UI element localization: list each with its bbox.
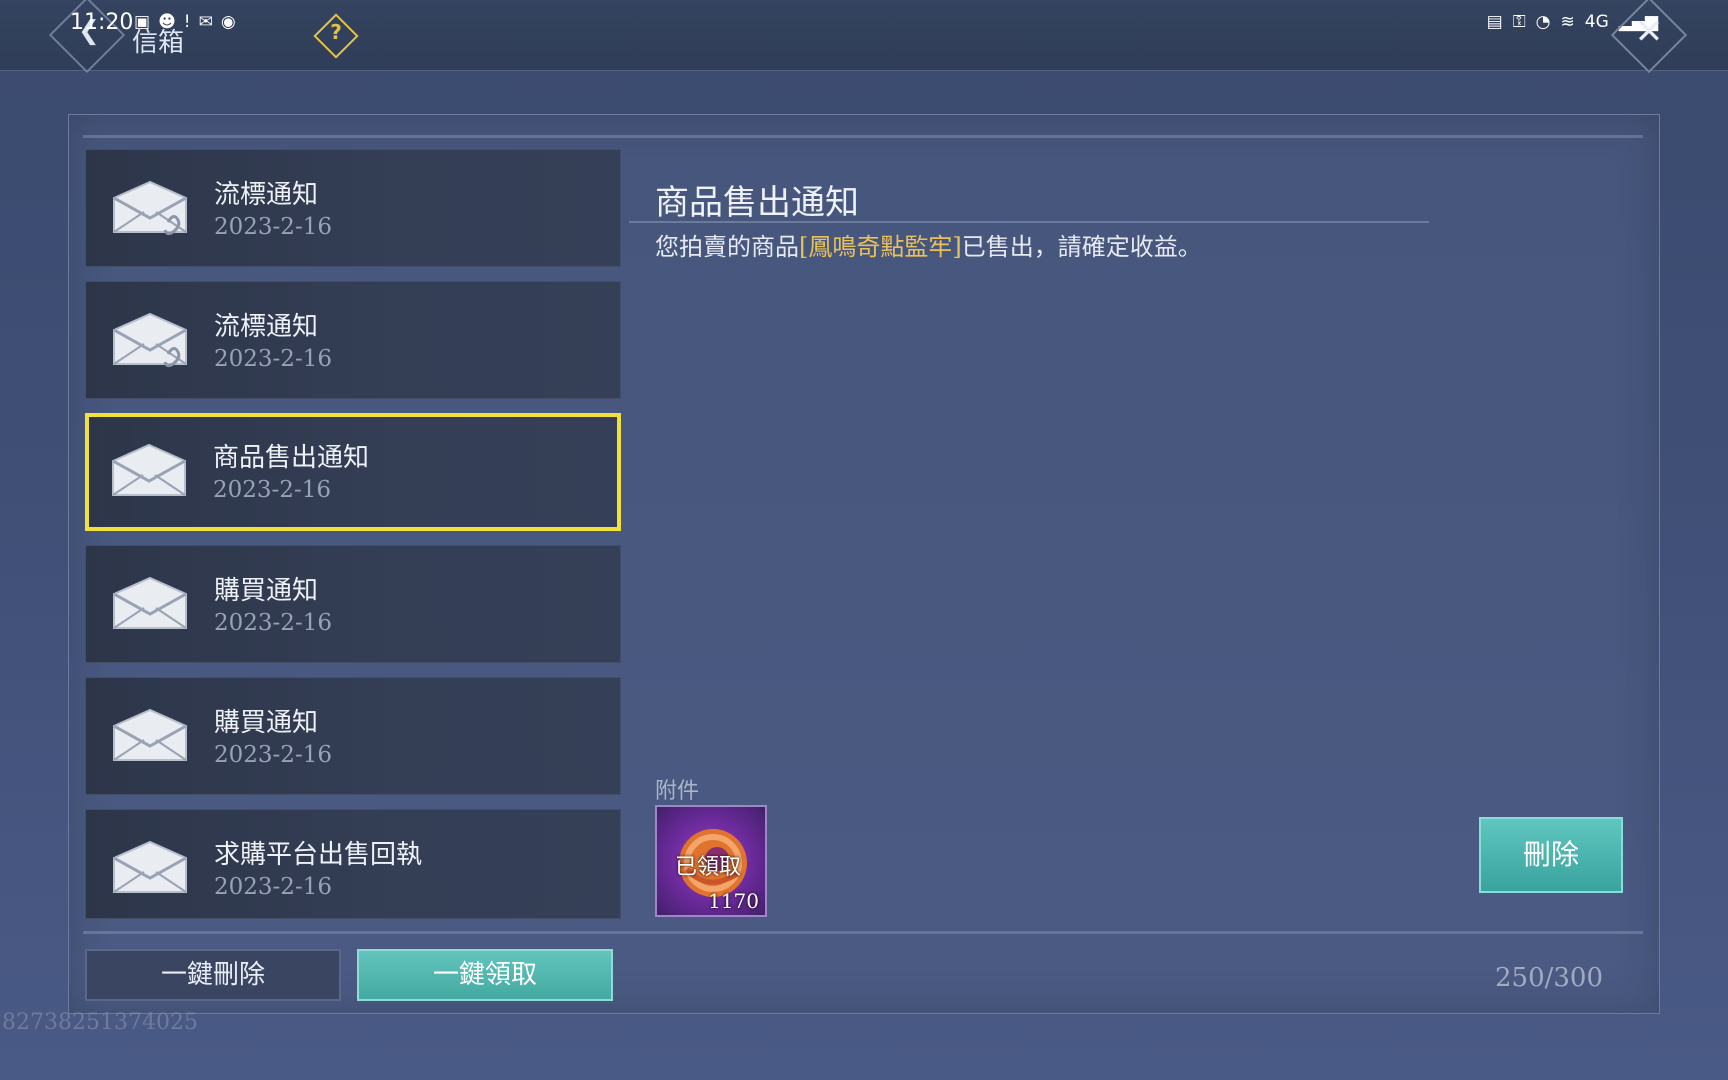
mail-detail-title: 商品售出通知 (655, 183, 859, 223)
mail-date: 2023-2-16 (214, 874, 332, 900)
tv-icon: ▣ (134, 12, 151, 32)
mail-item[interactable]: 流標通知 2023-2-16 (85, 281, 621, 399)
mail-date: 2023-2-16 (214, 214, 332, 240)
opened-mail-icon (113, 576, 187, 629)
claim-all-button[interactable]: 一鍵領取 (357, 949, 613, 1001)
mail-list: 流標通知 2023-2-16 流標通知 2023-2-16 商品售出通知 202… (85, 149, 621, 933)
opened-mail-icon (113, 840, 187, 893)
delete-button[interactable]: 刪除 (1479, 817, 1623, 893)
detail-divider (629, 221, 1429, 223)
qq-icon: ☻ (158, 12, 176, 32)
top-bar: ❮ 11:20 信箱 ▣ ☻ ! ✉ ◉ ? ▤ ⚿ ◔ ≋ 4G ▂▄▆ ✕ (0, 0, 1728, 74)
close-icon[interactable]: ✕ (1630, 12, 1668, 52)
user-id: 82738251374025 (2, 1010, 198, 1035)
speed-icon: ◔ (1535, 12, 1551, 32)
mail-title: 購買通知 (214, 708, 319, 738)
mail-item[interactable]: 流標通知 2023-2-16 (85, 149, 621, 267)
mailbox-panel: 流標通知 2023-2-16 流標通知 2023-2-16 商品售出通知 202… (68, 114, 1660, 1014)
key-icon: ⚿ (1512, 12, 1526, 32)
body-suffix: 已售出，請確定收益。 (961, 233, 1202, 261)
mail-date: 2023-2-16 (214, 742, 332, 768)
mail-title: 流標通知 (214, 180, 319, 210)
attachment-slot[interactable]: 已領取 1170 (655, 805, 767, 917)
mail-date: 2023-2-16 (213, 477, 331, 503)
mail-item-selected[interactable]: 商品售出通知 2023-2-16 (85, 413, 621, 531)
mail-item[interactable]: 購買通知 2023-2-16 (85, 677, 621, 795)
mail-date: 2023-2-16 (214, 610, 332, 636)
question-icon[interactable]: ? (326, 20, 346, 44)
mail-item[interactable]: 購買通知 2023-2-16 (85, 545, 621, 663)
hd-icon: ▤ (1486, 12, 1503, 32)
mail-with-attachment-icon (113, 180, 187, 236)
attachment-label: 附件 (655, 779, 700, 804)
mail-date: 2023-2-16 (214, 346, 332, 372)
opened-mail-icon (112, 443, 186, 496)
opened-mail-icon (113, 708, 187, 761)
panel-top-divider (83, 135, 1643, 138)
delete-all-button[interactable]: 一鍵刪除 (85, 949, 341, 1001)
body-prefix: 您拍賣的商品 (655, 233, 799, 261)
mail-title: 購買通知 (214, 576, 319, 606)
attachment-quantity: 1170 (708, 889, 759, 913)
tips-icon: ◉ (220, 12, 236, 32)
claimed-status: 已領取 (675, 855, 742, 880)
mail-count: 250/300 (1494, 963, 1603, 993)
mail-item[interactable]: 求購平台出售回執 2023-2-16 (85, 809, 621, 919)
status-time: 11:20 (70, 10, 134, 35)
alert-icon: ! (183, 12, 191, 32)
wechat-icon: ✉ (198, 12, 213, 32)
network-label: 4G (1584, 12, 1609, 32)
panel-bottom-divider (83, 931, 1643, 934)
mail-title: 求購平台出售回執 (214, 840, 423, 870)
mail-title: 流標通知 (214, 312, 319, 342)
mail-detail-body: 您拍賣的商品[鳳鳴奇點監牢]已售出，請確定收益。 (655, 227, 1202, 262)
mail-with-attachment-icon (113, 312, 187, 368)
body-item-name: [鳳鳴奇點監牢] (799, 233, 962, 261)
mail-title: 商品售出通知 (213, 443, 370, 473)
wifi-icon: ≋ (1560, 12, 1575, 32)
status-icons-left: ▣ ☻ ! ✉ ◉ (134, 12, 236, 32)
